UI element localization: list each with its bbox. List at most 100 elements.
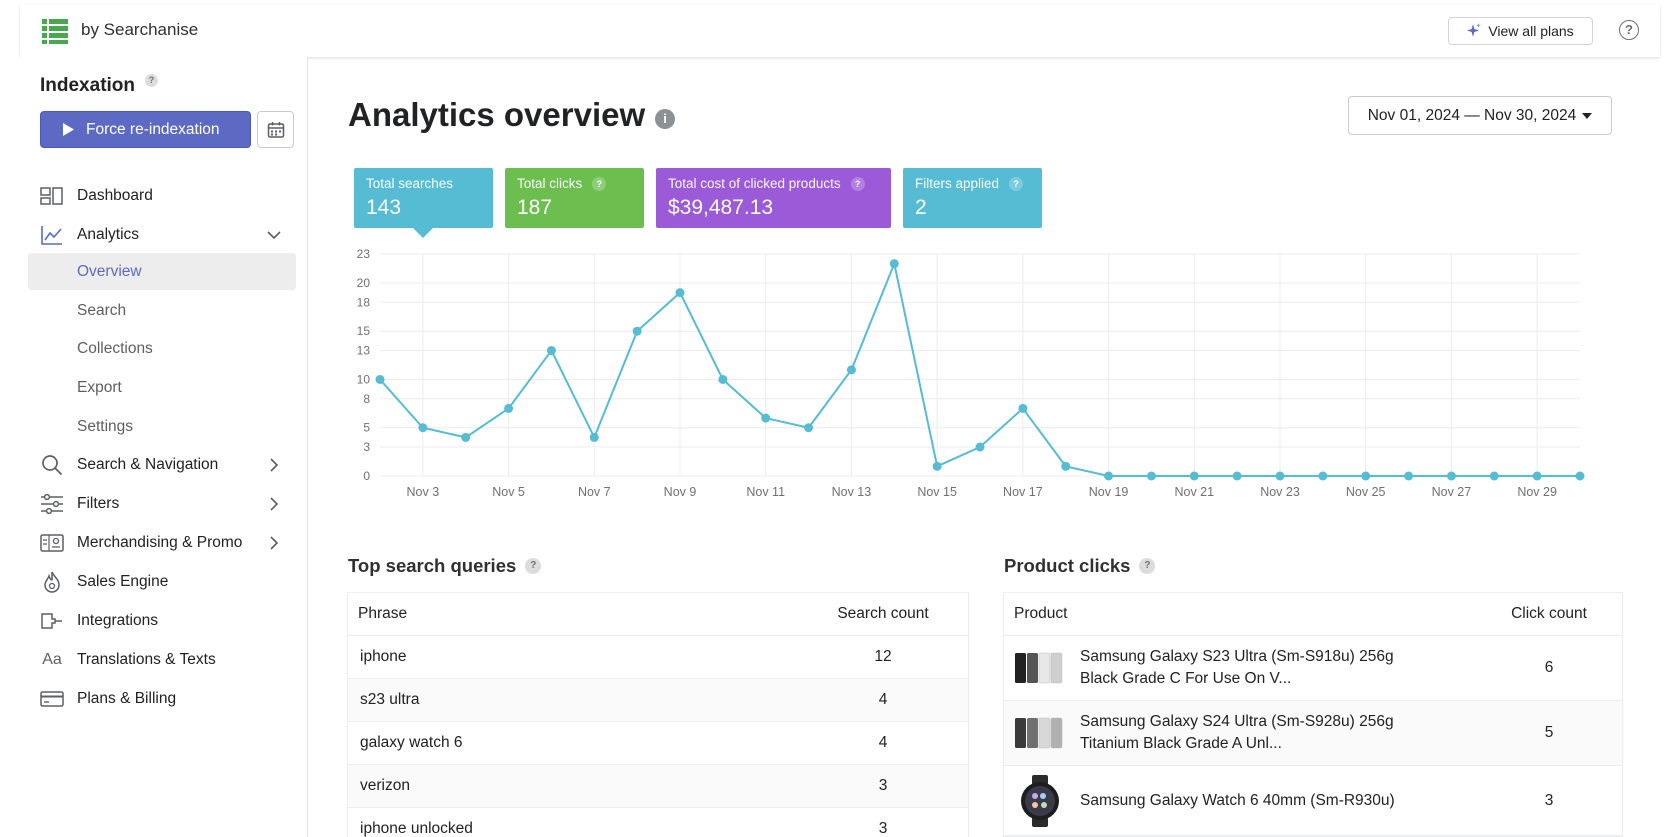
product-title[interactable]: Samsung Galaxy Watch 6 40mm (Sm-R930u) (1080, 790, 1489, 812)
help-icon[interactable]: ? (1619, 20, 1639, 40)
query-phrase: s23 ultra (360, 691, 420, 708)
column-header-click-count[interactable]: Click count (1489, 605, 1609, 623)
product-clicks-title: Product clicks ? (1004, 555, 1156, 577)
help-icon[interactable]: ? (850, 176, 865, 191)
sidebar-item-sales-engine[interactable]: Sales Engine (40, 564, 296, 600)
sidebar-subitem-search[interactable]: Search (28, 292, 296, 329)
x-tick-label: Nov 3 (407, 485, 440, 499)
sidebar-item-search-navigation[interactable]: Search & Navigation (40, 447, 296, 483)
data-point (1189, 471, 1199, 481)
y-tick-label: 18 (357, 295, 371, 309)
data-point (1232, 471, 1242, 481)
x-tick-label: Nov 17 (1003, 485, 1043, 499)
product-title[interactable]: Samsung Galaxy S24 Ultra (Sm-S928u) 256g… (1080, 711, 1489, 755)
brand-text: by Searchanise (81, 20, 199, 39)
data-point (418, 423, 428, 433)
sidebar-subitem-overview[interactable]: Overview (28, 253, 296, 290)
stat-value: $39,487.13 (668, 196, 774, 219)
data-point (632, 326, 642, 336)
sidebar-subitem-settings[interactable]: Settings (28, 408, 296, 445)
column-header-search-count[interactable]: Search count (808, 605, 958, 623)
query-phrase: iphone unlocked (360, 820, 473, 837)
table-row[interactable]: s23 ultra 4 (348, 679, 968, 722)
translations-icon: Aa (42, 651, 62, 668)
product-thumbnail[interactable] (1014, 642, 1066, 694)
x-tick-label: Nov 27 (1432, 485, 1472, 499)
sidebar-item-analytics[interactable]: Analytics (40, 217, 296, 253)
data-point (1489, 471, 1499, 481)
query-count: 3 (878, 820, 888, 837)
query-count: 3 (878, 777, 888, 794)
sidebar-item-merchandising-promo[interactable]: Merchandising & Promo (40, 525, 296, 561)
table-body: Samsung Galaxy S23 Ultra (Sm-S918u) 256g… (1004, 636, 1622, 836)
product-thumbnail[interactable] (1014, 707, 1066, 759)
play-icon (63, 123, 74, 136)
stat-total-cost[interactable]: Total cost of clicked products? $39,487.… (656, 168, 891, 228)
y-tick-label: 0 (363, 469, 370, 483)
sidebar-item-dashboard[interactable]: Dashboard (40, 178, 296, 214)
searchanise-logo-icon (42, 19, 68, 44)
y-tick-label: 23 (357, 247, 371, 261)
force-reindexation-button[interactable]: Force re-indexation (40, 111, 251, 148)
sidebar-item-label: Filters (77, 495, 120, 512)
data-point (1275, 471, 1285, 481)
stat-total-searches[interactable]: Total searches 143 (354, 168, 493, 228)
sidebar-item-label: Translations & Texts (77, 651, 216, 668)
caret-down-icon (1582, 112, 1593, 119)
stat-value: 187 (517, 196, 553, 219)
data-point (461, 432, 471, 442)
table-row[interactable]: Samsung Galaxy Watch 6 40mm (Sm-R930u) 3 (1004, 766, 1622, 836)
data-point (975, 442, 985, 452)
date-range-picker[interactable]: Nov 01, 2024 — Nov 30, 2024 (1348, 96, 1612, 135)
data-point (504, 403, 514, 413)
help-icon[interactable]: ? (1139, 558, 1156, 574)
table-row[interactable]: Samsung Galaxy S23 Ultra (Sm-S918u) 256g… (1004, 636, 1622, 701)
view-all-plans-label: View all plans (1488, 23, 1574, 39)
product-title-line: Samsung Galaxy S24 Ultra (Sm-S928u) 256g (1080, 713, 1394, 730)
help-icon[interactable]: ? (1009, 176, 1024, 191)
table-row[interactable]: galaxy watch 6 4 (348, 722, 968, 765)
product-thumbnail[interactable] (1014, 774, 1066, 827)
y-tick-label: 13 (357, 344, 371, 358)
schedule-calendar-button[interactable] (257, 111, 294, 148)
table-row[interactable]: Samsung Galaxy S24 Ultra (Sm-S928u) 256g… (1004, 701, 1622, 766)
stat-filters-applied[interactable]: Filters applied? 2 (903, 168, 1042, 228)
table-row[interactable]: verizon 3 (348, 765, 968, 808)
stat-total-clicks[interactable]: Total clicks? 187 (505, 168, 644, 228)
stat-value: 143 (366, 196, 402, 219)
indexation-help-icon[interactable]: ? (145, 74, 158, 87)
stat-label: Total clicks (517, 176, 583, 191)
table-row[interactable]: iphone 12 (348, 636, 968, 679)
y-tick-label: 10 (357, 372, 371, 386)
info-icon[interactable]: i (655, 109, 675, 129)
sidebar-item-plans-billing[interactable]: Plans & Billing (40, 681, 296, 717)
data-point (1018, 403, 1028, 413)
column-header-phrase[interactable]: Phrase (348, 605, 808, 623)
data-point (1361, 471, 1371, 481)
click-count: 5 (1544, 724, 1554, 741)
search-icon (40, 453, 64, 477)
billing-icon (40, 687, 64, 711)
help-icon[interactable]: ? (592, 176, 607, 191)
product-title-line: Samsung Galaxy S23 Ultra (Sm-S918u) 256g (1080, 648, 1394, 665)
top-bar: by Searchanise View all plans ? (20, 5, 1660, 57)
stat-label: Total cost of clicked products (668, 176, 841, 191)
chevron-down-icon (267, 231, 281, 240)
sidebar-item-integrations[interactable]: Integrations (40, 603, 296, 639)
table-row[interactable]: iphone unlocked 3 (348, 808, 968, 837)
help-icon[interactable]: ? (525, 558, 542, 574)
sidebar-item-label: Analytics (77, 226, 140, 243)
view-all-plans-button[interactable]: View all plans (1448, 17, 1593, 45)
sidebar-subitem-export[interactable]: Export (28, 369, 296, 406)
data-point (1061, 461, 1071, 471)
sidebar-item-label: Merchandising & Promo (77, 534, 243, 551)
column-header-product[interactable]: Product (1004, 605, 1489, 623)
sidebar-item-translations-texts[interactable]: Aa Translations & Texts (40, 642, 296, 678)
click-count: 6 (1544, 659, 1554, 676)
product-title[interactable]: Samsung Galaxy S23 Ultra (Sm-S918u) 256g… (1080, 646, 1489, 690)
data-point (375, 374, 385, 384)
x-tick-label: Nov 9 (664, 485, 697, 499)
sidebar-subitem-collections[interactable]: Collections (28, 330, 296, 367)
table-header: Product Click count (1004, 593, 1622, 636)
sidebar-item-filters[interactable]: Filters (40, 486, 296, 522)
